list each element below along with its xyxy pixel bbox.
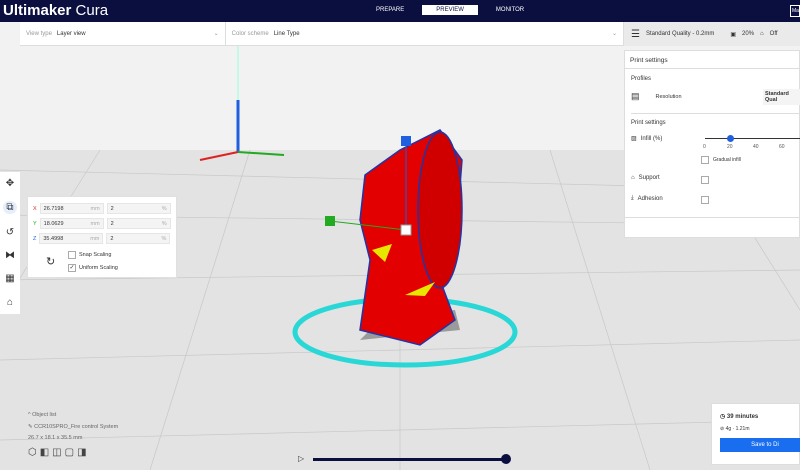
- view-options-bar: View type Layer view ⌄ Color scheme Line Ty…: [20, 22, 624, 46]
- z-label: Z: [33, 235, 37, 242]
- y-label: Y: [33, 220, 37, 227]
- object-dimensions: 26.7 x 18.1 x 35.5 mm: [28, 435, 83, 441]
- per-model-settings-icon[interactable]: ▦: [5, 273, 14, 284]
- color-scheme-value: Line Type: [273, 30, 300, 37]
- support-label: Support: [638, 175, 660, 181]
- resolution-select[interactable]: Standard Qual: [763, 88, 800, 105]
- panel-title: Print settings: [625, 51, 799, 69]
- resolution-label: Resolution: [655, 93, 682, 100]
- view-type-label: View type: [26, 30, 52, 37]
- scale-x-percent-input[interactable]: 2%: [106, 203, 171, 214]
- divider: [631, 113, 799, 114]
- print-settings-panel: Print settings Profiles ▤ Resolution Sta…: [624, 50, 800, 238]
- layer-play-button[interactable]: ▷: [298, 454, 304, 463]
- adhesion-label: Adhesion: [637, 195, 663, 202]
- marketplace-button[interactable]: Ma: [790, 5, 800, 17]
- support-icon: ⌂: [631, 175, 635, 181]
- print-time: ◷ 39 minutes: [720, 414, 759, 420]
- resolution-row: ▤ Resolution Standard Qual: [631, 88, 800, 105]
- save-to-disk-button[interactable]: Save to Di: [720, 438, 800, 452]
- scale-x-mm-input[interactable]: 26.7198 mm: [39, 203, 104, 214]
- top-bar: Ultimaker Cura PREPARE PREVIEW MONITOR M…: [0, 0, 800, 22]
- resolution-icon: ▤: [631, 91, 640, 101]
- scale-y-mm-input[interactable]: 18.0629 mm: [39, 218, 104, 229]
- uniform-scaling-checkbox[interactable]: ✓ Uniform Scaling: [68, 264, 118, 272]
- mirror-tool-icon[interactable]: ⧓: [5, 250, 15, 261]
- scale-y-percent-input[interactable]: 2%: [106, 218, 171, 229]
- infill-row: ▨ Infill (%): [631, 135, 663, 143]
- infill-slider-handle[interactable]: [727, 135, 734, 142]
- divider: [625, 217, 799, 218]
- support-blocker-icon[interactable]: ⌂: [7, 297, 13, 308]
- gradual-infill-checkbox[interactable]: Gradual infill: [701, 156, 741, 164]
- object-name[interactable]: ✎ CCR10SPRO_Fire control System: [28, 424, 118, 430]
- infill-icon: ▨: [631, 136, 637, 142]
- snap-scaling-checkbox[interactable]: Snap Scaling: [68, 251, 111, 259]
- chevron-down-icon: ⌄: [611, 31, 617, 37]
- profiles-label: Profiles: [631, 76, 652, 82]
- infill-label: Infill (%): [640, 135, 663, 142]
- adhesion-row: ⤓ Adhesion: [631, 195, 663, 202]
- adhesion-checkbox[interactable]: [701, 196, 709, 204]
- job-summary: ◷ 39 minutes ⊘ 4g · 1.21m Save to Di: [711, 403, 800, 465]
- reset-scale-icon[interactable]: ↻: [46, 255, 55, 268]
- color-scheme-label: Color scheme: [231, 30, 269, 37]
- print-setup-selector[interactable]: ☰ Standard Quality - 0.2mm ▣ 20% ⌂ Off: [624, 22, 800, 46]
- adhesion-icon: ⤓: [631, 195, 634, 201]
- rotate-tool-icon[interactable]: ↺: [6, 227, 14, 238]
- chevron-down-icon: ⌄: [213, 31, 219, 37]
- support-summary: Off: [769, 31, 778, 37]
- view-type-value: Layer view: [56, 30, 86, 37]
- tool-bar: ✥ ⧉ ↺ ⧓ ▦ ⌂: [0, 172, 20, 314]
- camera-view-buttons[interactable]: ⬡◧◫▢◨: [28, 447, 118, 458]
- infill-icon: ▣: [730, 31, 737, 38]
- scale-tool-icon[interactable]: ⧉: [3, 201, 17, 215]
- tab-prepare[interactable]: PREPARE: [362, 5, 418, 15]
- tab-preview[interactable]: PREVIEW: [422, 5, 478, 15]
- settings-sliders-icon: ☰: [631, 28, 640, 40]
- move-tool-icon[interactable]: ✥: [6, 178, 14, 189]
- profile-name: Standard Quality - 0.2mm: [645, 31, 715, 37]
- support-checkbox[interactable]: [701, 176, 709, 184]
- object-list: ^ Object list ✎ CCR10SPRO_Fire control S…: [28, 412, 118, 458]
- support-row: ⌂ Support: [631, 175, 660, 181]
- scale-z-percent-input[interactable]: 2%: [106, 233, 171, 244]
- print-settings-section-label: Print settings: [631, 120, 666, 126]
- layer-slider-handle[interactable]: [501, 454, 511, 464]
- x-label: X: [33, 205, 37, 212]
- object-list-toggle[interactable]: ^ Object list: [28, 412, 118, 418]
- support-icon: ⌂: [760, 31, 764, 37]
- infill-summary: 20%: [742, 31, 755, 37]
- view-type-select[interactable]: View type Layer view ⌄: [20, 22, 226, 45]
- color-scheme-select[interactable]: Color scheme Line Type ⌄: [226, 22, 624, 45]
- scale-panel: X 26.7198 mm 2% Y 18.0629 mm 2% Z 35.4998 mm 2% ↻…: [27, 196, 177, 278]
- layer-slider-track[interactable]: [313, 458, 506, 461]
- app-logo: Ultimaker Cura: [3, 2, 109, 19]
- scale-z-mm-input[interactable]: 35.4998 mm: [39, 233, 104, 244]
- tab-monitor[interactable]: MONITOR: [482, 5, 538, 15]
- material-usage: ⊘ 4g · 1.21m: [720, 426, 750, 432]
- stage-tabs: PREPARE PREVIEW MONITOR: [362, 5, 538, 15]
- infill-slider[interactable]: [705, 138, 800, 139]
